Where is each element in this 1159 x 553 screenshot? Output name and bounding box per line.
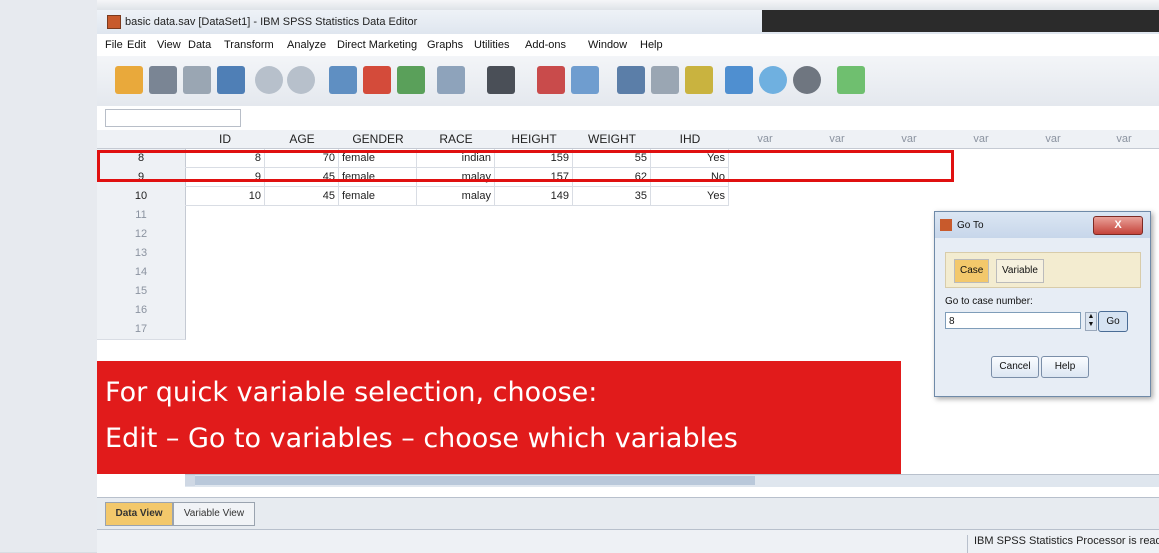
column-header[interactable]: WEIGHT: [573, 130, 652, 149]
table-cell[interactable]: malay: [417, 187, 495, 206]
statusbar: IBM SPSS Statistics Processor is ready: [97, 529, 1159, 553]
insert-cases-icon[interactable]: [537, 66, 565, 94]
column-header[interactable]: HEIGHT: [495, 130, 574, 149]
annotation-line-2: Edit – Go to variables – choose which va…: [105, 423, 738, 454]
menu-analyze[interactable]: Analyze: [287, 39, 326, 51]
close-button[interactable]: X: [1093, 216, 1143, 235]
weight-cases-icon[interactable]: [651, 66, 679, 94]
row-number[interactable]: 14: [97, 263, 186, 283]
dialog-titlebar: Go To X: [935, 212, 1150, 238]
show-all-variables-icon[interactable]: [793, 66, 821, 94]
table-cell[interactable]: Yes: [651, 187, 729, 206]
grid-corner: [97, 130, 186, 149]
row-number[interactable]: 17: [97, 320, 186, 340]
dark-overlay-banner: [762, 10, 1159, 32]
window-title: basic data.sav [DataSet1] - IBM SPSS Sta…: [125, 16, 418, 28]
insert-variable-icon[interactable]: [571, 66, 599, 94]
row-number[interactable]: 13: [97, 244, 186, 264]
menu-data[interactable]: Data: [188, 39, 211, 51]
menu-utilities[interactable]: Utilities: [474, 39, 509, 51]
row-number[interactable]: 16: [97, 301, 186, 321]
row-8-highlight-box: [97, 150, 954, 182]
column-header[interactable]: var: [1017, 130, 1090, 149]
find-icon[interactable]: [487, 66, 515, 94]
tab-data-view[interactable]: Data View: [105, 502, 173, 526]
row-number[interactable]: 11: [97, 206, 186, 226]
column-header[interactable]: ID: [185, 130, 266, 149]
cell-reference-box[interactable]: [105, 109, 241, 127]
tab-variable-view[interactable]: Variable View: [173, 502, 255, 526]
table-cell[interactable]: 149: [495, 187, 573, 206]
select-cases-icon[interactable]: [685, 66, 713, 94]
case-number-input[interactable]: 8: [945, 312, 1081, 329]
menu-view[interactable]: View: [157, 39, 181, 51]
processor-status: IBM SPSS Statistics Processor is ready: [967, 535, 1159, 553]
case-number-label: Go to case number:: [945, 296, 1033, 307]
view-tabs: Data View Variable View: [97, 497, 1159, 530]
top-gradient: [97, 0, 1159, 10]
variables-icon[interactable]: [397, 66, 425, 94]
background-left-strip: [0, 0, 97, 552]
toolbar: [97, 56, 1159, 106]
column-header[interactable]: var: [729, 130, 802, 149]
split-file-icon[interactable]: [617, 66, 645, 94]
table-cell[interactable]: 45: [265, 187, 339, 206]
goto-dialog: Go To X Case Variable Go to case number:…: [934, 211, 1151, 397]
row-number[interactable]: 12: [97, 225, 186, 245]
spss-app-icon: [107, 15, 121, 29]
menu-window[interactable]: Window: [588, 39, 627, 51]
goto-variable-icon[interactable]: [363, 66, 391, 94]
column-header[interactable]: var: [945, 130, 1018, 149]
column-header[interactable]: IHD: [651, 130, 730, 149]
tab-case[interactable]: Case: [954, 259, 990, 283]
print-icon[interactable]: [183, 66, 211, 94]
cancel-button[interactable]: Cancel: [991, 356, 1039, 378]
save-icon[interactable]: [149, 66, 177, 94]
run-descriptive-icon[interactable]: [437, 66, 465, 94]
dialog-title: Go To: [957, 220, 984, 231]
menu-direct-marketing[interactable]: Direct Marketing: [337, 39, 417, 51]
menu-add-ons[interactable]: Add-ons: [525, 39, 566, 51]
help-button[interactable]: Help: [1041, 356, 1089, 378]
row-number[interactable]: 15: [97, 282, 186, 302]
row-number[interactable]: 10: [97, 187, 186, 207]
scroll-left-arrow-icon[interactable]: [185, 475, 195, 486]
dialog-recall-icon[interactable]: [217, 66, 245, 94]
column-header[interactable]: GENDER: [339, 130, 418, 149]
dialog-tab-panel: Case Variable: [945, 252, 1141, 288]
open-folder-icon[interactable]: [115, 66, 143, 94]
goto-dialog-icon: [940, 219, 952, 231]
value-labels-icon[interactable]: [725, 66, 753, 94]
menu-graphs[interactable]: Graphs: [427, 39, 463, 51]
table-cell[interactable]: 10: [185, 187, 265, 206]
annotation-line-1: For quick variable selection, choose:: [105, 377, 598, 408]
redo-icon[interactable]: [287, 66, 315, 94]
go-button[interactable]: Go: [1098, 311, 1128, 332]
annotation-banner: For quick variable selection, choose: Ed…: [97, 361, 901, 474]
tab-variable[interactable]: Variable: [996, 259, 1044, 283]
column-header[interactable]: RACE: [417, 130, 496, 149]
table-cell[interactable]: 35: [573, 187, 651, 206]
titlebar: basic data.sav [DataSet1] - IBM SPSS Sta…: [97, 10, 1159, 34]
menu-edit[interactable]: Edit: [127, 39, 146, 51]
menu-help[interactable]: Help: [640, 39, 663, 51]
menu-transform[interactable]: Transform: [224, 39, 274, 51]
undo-icon[interactable]: [255, 66, 283, 94]
column-header[interactable]: var: [873, 130, 946, 149]
menubar: File Edit View Data Transform Analyze Di…: [97, 34, 1159, 56]
use-variable-sets-icon[interactable]: [759, 66, 787, 94]
table-cell[interactable]: female: [339, 187, 417, 206]
column-header[interactable]: var: [1089, 130, 1159, 149]
spell-check-icon[interactable]: [837, 66, 865, 94]
scrollbar-thumb[interactable]: [195, 476, 755, 485]
horizontal-scrollbar[interactable]: [185, 474, 1159, 487]
column-header[interactable]: var: [801, 130, 874, 149]
menu-file[interactable]: File: [105, 39, 123, 51]
case-number-stepper[interactable]: ▲ ▼: [1085, 312, 1097, 331]
column-header[interactable]: AGE: [265, 130, 340, 149]
cell-editor-bar: [97, 106, 1159, 131]
goto-case-icon[interactable]: [329, 66, 357, 94]
